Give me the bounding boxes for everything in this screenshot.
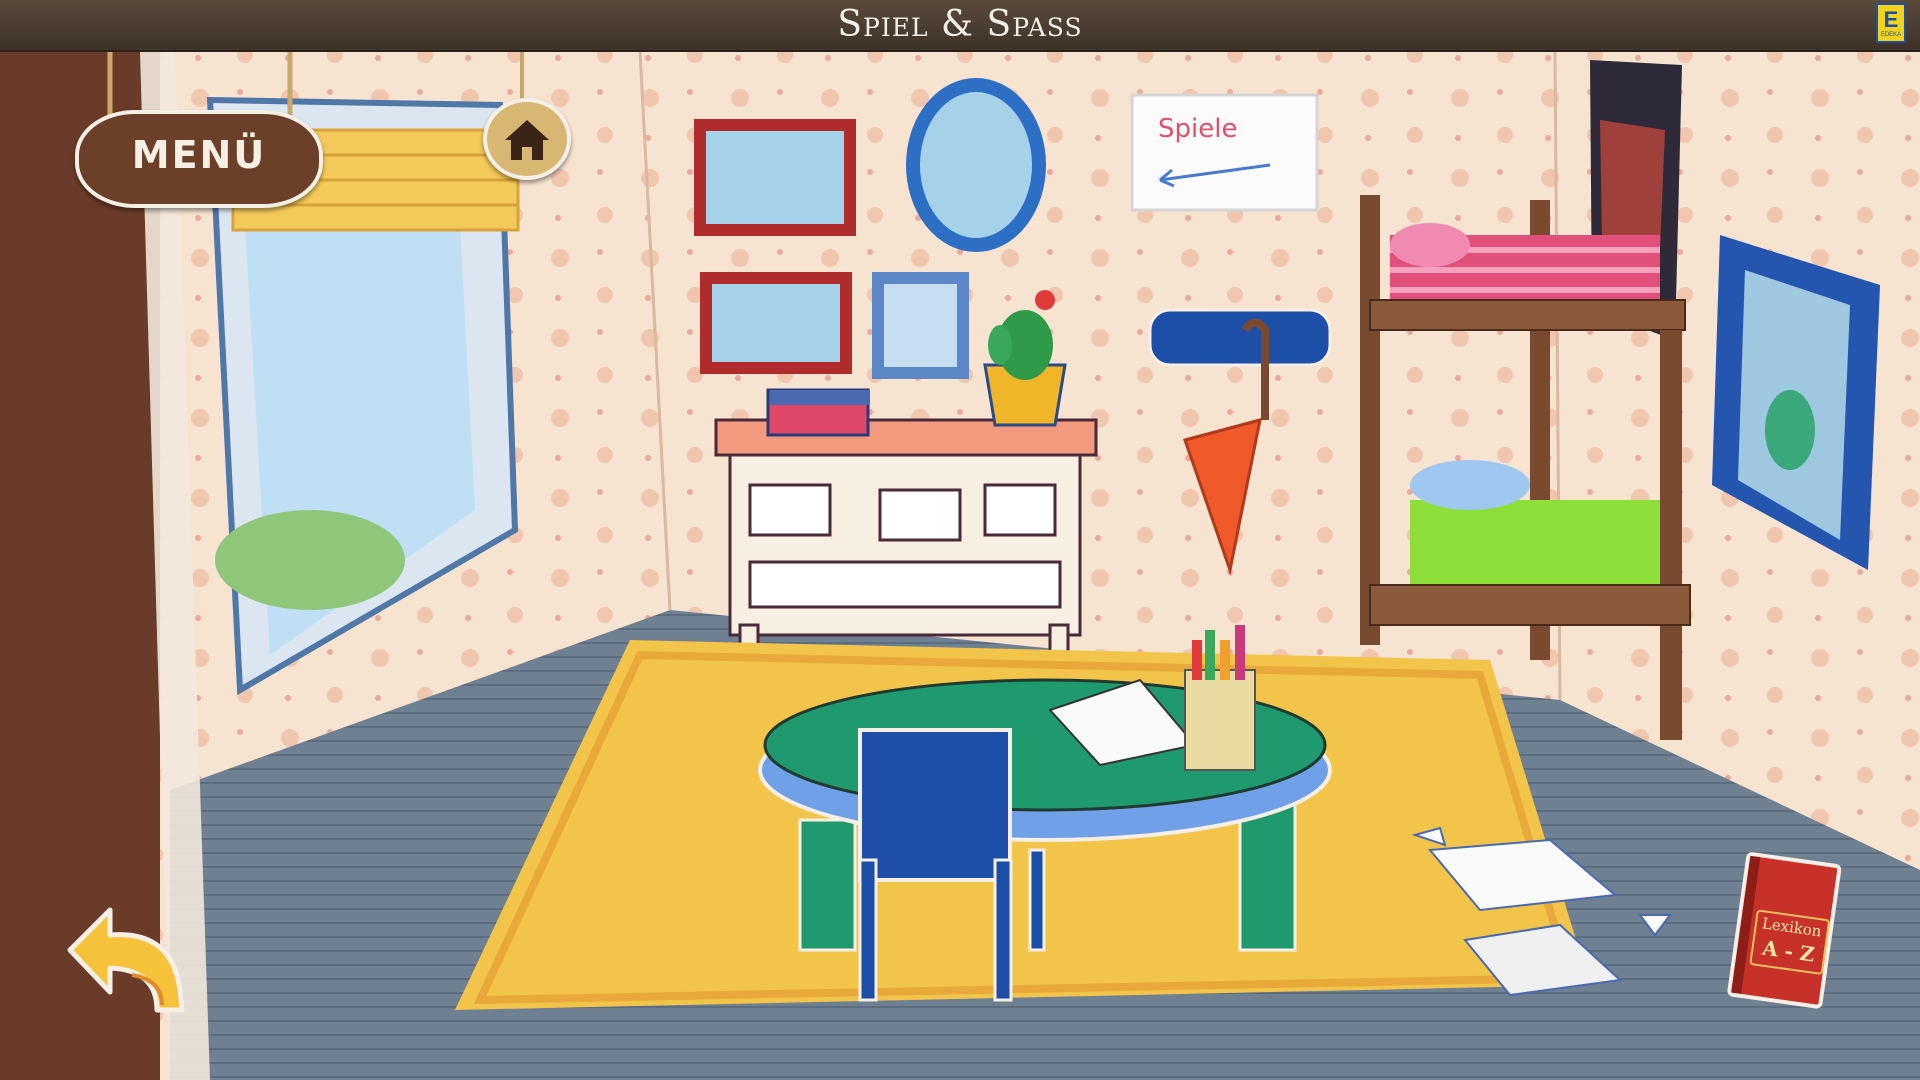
spiele-poster [1130,93,1319,212]
logo-letter: E [1883,7,1899,32]
spiele-poster-text: Spiele [1158,114,1237,144]
back-button[interactable] [62,900,192,1020]
menu-button[interactable]: MENÜ [75,110,323,208]
lexikon-button[interactable]: Lexikon A - Z [1726,851,1852,1014]
logo-subtext: EDEKA [1880,32,1902,38]
lexikon-label: Lexikon A - Z [1749,909,1831,976]
menu-label: MENÜ [131,133,267,177]
home-icon [505,120,549,160]
dresser [714,388,1098,672]
page-title: Spiel & Spass [837,4,1083,45]
edeka-logo: E EDEKA [1876,3,1906,43]
back-arrow-icon [67,907,185,1013]
room-scene: Spiele [0,52,1920,1080]
home-button[interactable] [483,98,571,180]
